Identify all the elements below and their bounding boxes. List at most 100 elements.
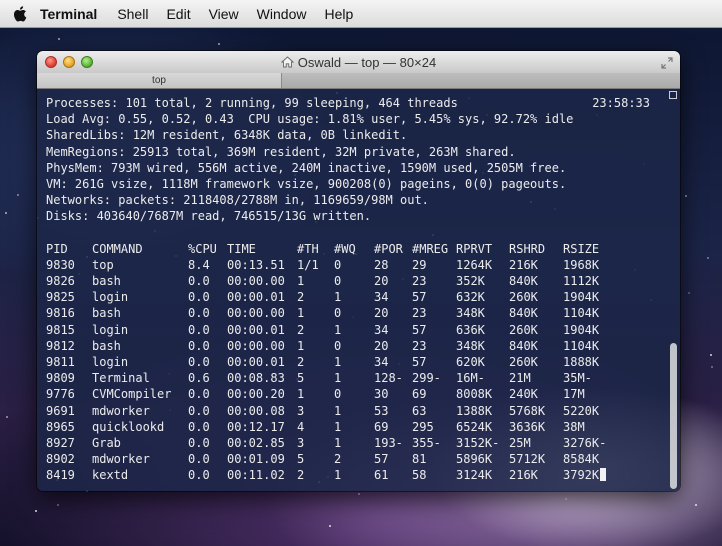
- table-cell: 9816: [46, 306, 75, 321]
- tab-top[interactable]: top: [37, 73, 282, 88]
- table-cell: 2: [297, 322, 305, 337]
- table-cell: 8008K: [456, 387, 493, 402]
- table-cell: 840K: [509, 274, 538, 289]
- table-cell: 61: [374, 468, 389, 483]
- table-cell: 57: [412, 355, 427, 369]
- table-cell: 81: [412, 452, 427, 467]
- top-clock: 23:58:33: [592, 96, 650, 110]
- table-cell: 2: [297, 290, 305, 305]
- table-cell: 00:00.01: [227, 290, 285, 305]
- summary-line: SharedLibs: 12M resident, 6348K data, 0B…: [46, 128, 408, 143]
- table-cell: 9811: [46, 355, 75, 369]
- table-cell: 53: [374, 403, 389, 418]
- scrollbar-thumb[interactable]: [670, 343, 677, 489]
- table-cell: 5: [297, 371, 305, 386]
- table-cell: 3: [297, 435, 305, 450]
- table-cell: 5712K: [509, 452, 546, 467]
- fullscreen-icon[interactable]: [661, 56, 673, 74]
- scroll-up-icon[interactable]: [669, 91, 677, 99]
- table-cell: 20: [374, 306, 389, 321]
- table-cell: 0.0: [188, 452, 210, 467]
- window-titlebar[interactable]: Oswald — top — 80×24: [37, 51, 680, 73]
- table-cell: 2: [297, 355, 305, 369]
- table-cell: 8584K: [563, 452, 600, 467]
- table-cell: 8927: [46, 435, 75, 450]
- table-cell: 9830: [46, 257, 75, 272]
- table-cell: login: [92, 355, 129, 369]
- table-cell: 00:00.00: [227, 306, 285, 321]
- table-cell: 1112K: [563, 274, 600, 289]
- table-cell: 0: [334, 338, 342, 353]
- table-cell: 8902: [46, 452, 75, 467]
- menu-view[interactable]: View: [209, 6, 239, 22]
- menu-help[interactable]: Help: [324, 6, 353, 22]
- apple-logo-icon[interactable]: [0, 5, 40, 22]
- process-table: PID COMMAND %CPU TIME #TH #WQ #POR #MREG RPRVT RS…: [46, 241, 666, 484]
- table-cell: 3152K-: [456, 435, 500, 450]
- menu-shell[interactable]: Shell: [117, 6, 148, 22]
- table-row: 9825 login 0.0 00:00.01 2 1 34 57 632K 260K 1904K: [46, 289, 666, 305]
- table-cell: 1: [297, 338, 305, 353]
- table-cell: 0: [334, 257, 342, 272]
- table-cell: 128-: [374, 371, 403, 386]
- table-cell: 0.6: [188, 371, 210, 386]
- table-cell: 1: [334, 468, 342, 483]
- table-cell: 1: [334, 322, 342, 337]
- summary-line: PhysMem: 793M wired, 556M active, 240M i…: [46, 160, 567, 175]
- table-cell: 00:00.01: [227, 322, 285, 337]
- summary-line: Processes: 101 total, 2 running, 99 slee…: [46, 96, 458, 110]
- table-cell: 9825: [46, 290, 75, 305]
- table-cell: 28: [374, 257, 389, 272]
- table-cell: 00:02.85: [227, 435, 285, 450]
- table-cell: 5896K: [456, 452, 493, 467]
- table-cell: 17M: [563, 387, 585, 402]
- table-cell: 1104K: [563, 306, 600, 321]
- column-header: #WQ: [334, 241, 356, 256]
- table-cell: 58: [412, 468, 427, 483]
- table-cell: 00:00.00: [227, 338, 285, 353]
- table-cell: 4: [297, 419, 305, 434]
- window-title: Oswald — top — 80×24: [37, 51, 680, 73]
- table-cell: 1904K: [563, 290, 600, 305]
- table-cell: 25M: [509, 435, 531, 450]
- table-cell: 9812: [46, 338, 75, 353]
- table-cell: 3124K: [456, 468, 493, 483]
- home-folder-icon: [280, 56, 294, 68]
- menu-bar: Terminal Shell Edit View Window Help: [0, 0, 722, 28]
- table-cell: 1264K: [456, 257, 493, 272]
- table-cell: 1: [297, 387, 305, 402]
- table-row: 9816 bash 0.0 00:00.00 1 0 20 23 348K 840K 1104K: [46, 305, 666, 321]
- column-header: RSHRD: [509, 241, 546, 256]
- table-cell: 0.0: [188, 322, 210, 337]
- terminal-content[interactable]: Processes: 101 total, 2 running, 99 slee…: [37, 89, 680, 491]
- column-header: #TH: [297, 241, 319, 256]
- table-cell: 0.0: [188, 419, 210, 434]
- table-row: 9811 login 0.0 00:00.01 2 1 34 57 620K 260K 1888K: [46, 354, 666, 370]
- table-cell: 5: [297, 452, 305, 467]
- table-cell: 0.0: [188, 468, 210, 483]
- table-cell: 620K: [456, 355, 485, 369]
- menu-terminal[interactable]: Terminal: [40, 6, 97, 22]
- table-cell: 57: [374, 452, 389, 467]
- top-summary: Processes: 101 total, 2 running, 99 slee…: [46, 95, 666, 225]
- menu-edit[interactable]: Edit: [166, 6, 190, 22]
- table-cell: 0: [334, 274, 342, 289]
- table-cell: 260K: [509, 355, 538, 369]
- table-cell: 8419: [46, 468, 75, 483]
- table-cell: 0.0: [188, 387, 210, 402]
- table-cell: mdworker: [92, 452, 150, 467]
- table-cell: 1388K: [456, 403, 493, 418]
- table-cell: 00:00.08: [227, 403, 285, 418]
- table-cell: 35M-: [563, 371, 592, 386]
- table-cell: 0.0: [188, 338, 210, 353]
- tab-bar: top: [37, 73, 680, 89]
- table-cell: 69: [412, 387, 427, 402]
- table-cell: 1: [334, 355, 342, 369]
- table-cell: 240K: [509, 387, 538, 402]
- table-cell: Grab: [92, 435, 121, 450]
- table-cell: 8965: [46, 419, 75, 434]
- table-cell: 5768K: [509, 403, 546, 418]
- table-cell: 38M: [563, 419, 585, 434]
- menu-window[interactable]: Window: [257, 6, 307, 22]
- table-cell: 1: [334, 419, 342, 434]
